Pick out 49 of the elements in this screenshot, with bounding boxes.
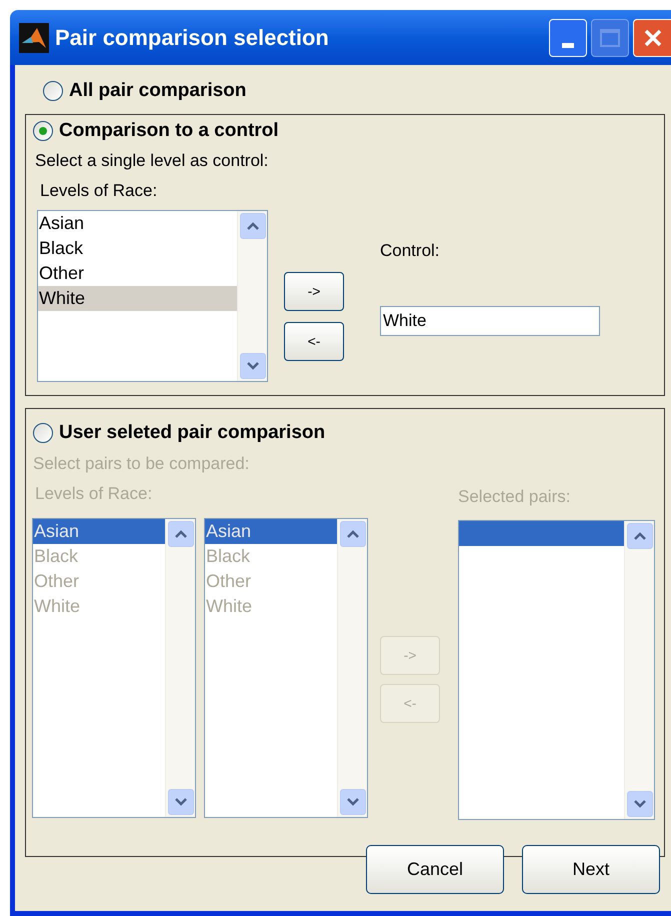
list-box[interactable] [458,520,655,820]
minimize-icon [562,42,574,48]
window-title: Pair comparison selection [55,24,330,52]
chevron-down-icon [346,798,358,806]
list-label: Selected pairs: [458,487,570,507]
radio-button[interactable] [33,121,53,141]
arrow-button[interactable]: -> [284,272,344,311]
control-field[interactable]: White [380,306,600,336]
chevron-up-icon [634,532,646,540]
chevron-down-icon [174,798,186,806]
close-icon [642,28,662,48]
list-item[interactable]: Black [38,236,237,261]
dialog-button[interactable]: Cancel [366,845,504,894]
app-icon [19,22,49,52]
instruction-text: Select a single level as control: [35,151,270,171]
scroll-up-button[interactable] [240,213,266,239]
list-box[interactable]: Asian Black Other White [37,210,268,382]
chevron-down-icon [634,800,646,808]
scroll-up-button[interactable] [340,521,366,547]
list-label: Levels of Race: [40,181,158,201]
close-button[interactable] [633,18,671,56]
option-label: All pair comparison [69,78,246,103]
minimize-button[interactable] [549,18,587,56]
instruction-text: Select pairs to be compared: [33,454,250,474]
option-label: Comparison to a control [59,118,279,143]
chevron-up-icon [174,530,186,538]
scrollbar[interactable] [165,519,195,817]
radio-button[interactable] [43,81,63,101]
option-label: User seleted pair comparison [59,420,326,445]
list-item[interactable]: Asian [38,211,237,236]
scroll-up-button[interactable] [626,523,652,549]
scrollbar[interactable] [237,211,267,381]
scroll-down-button[interactable] [340,789,366,815]
scroll-down-button[interactable] [168,789,194,815]
scrollbar[interactable] [337,519,367,817]
control-label: Control: [380,241,441,261]
scroll-down-button[interactable] [626,791,652,817]
dialog-button[interactable]: Next [522,845,660,894]
scroll-up-button[interactable] [168,521,194,547]
arrow-button[interactable]: <- [284,322,344,361]
list-item[interactable]: Other [38,261,237,286]
chevron-up-icon [346,530,358,538]
list-item[interactable]: White [38,286,237,311]
chevron-up-icon [246,222,258,230]
scroll-down-button[interactable] [240,353,266,379]
maximize-icon [600,28,620,46]
chevron-down-icon [246,362,258,370]
list-label: Levels of Race: [35,484,154,505]
scrollbar[interactable] [624,521,654,819]
